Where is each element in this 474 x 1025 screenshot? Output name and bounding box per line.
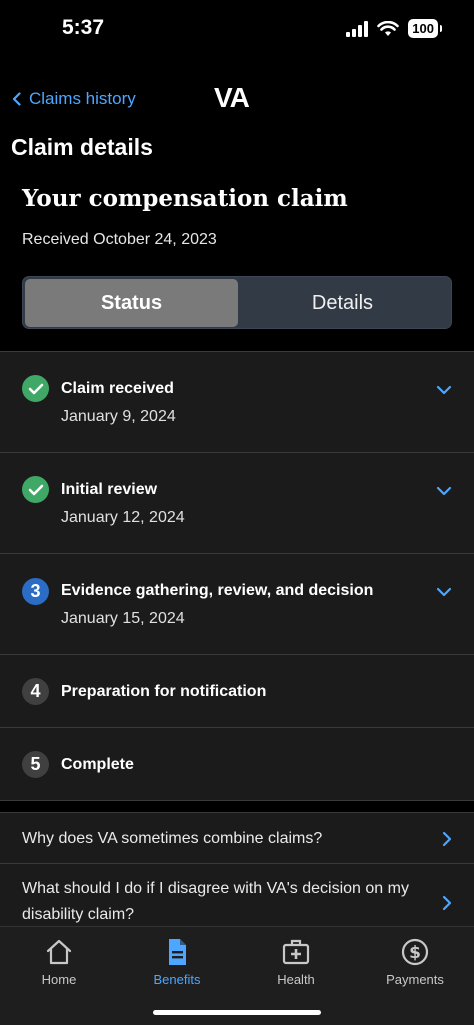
status-icons: 100 — [346, 19, 442, 38]
status-bar: 5:37 100 — [0, 0, 474, 56]
chevron-right-icon — [442, 895, 452, 911]
chevron-left-icon — [12, 92, 21, 106]
step-number-badge: 4 — [22, 678, 49, 705]
faq-question: What should I do if I disagree with VA's… — [22, 880, 409, 923]
step-number-badge: 5 — [22, 751, 49, 778]
tab-details[interactable]: Details — [236, 279, 449, 327]
claim-steps-list: Claim received January 9, 2024 Initial r… — [0, 351, 474, 801]
chevron-down-icon[interactable] — [436, 486, 452, 496]
faq-question: Why does VA sometimes combine claims? — [22, 830, 323, 847]
step-initial-review[interactable]: Initial review January 12, 2024 — [0, 452, 474, 553]
tab-payments-label: Payments — [386, 972, 444, 987]
claim-title: Your compensation claim — [22, 185, 348, 212]
cellular-signal-icon — [346, 20, 369, 37]
tab-home-label: Home — [41, 972, 77, 987]
segmented-control: Status Details — [22, 276, 452, 329]
step-title: Claim received — [61, 380, 174, 397]
faq-link-disagree-decision[interactable]: What should I do if I disagree with VA's… — [0, 864, 474, 928]
step-number-badge: 3 — [22, 578, 49, 605]
step-date: January 15, 2024 — [61, 610, 185, 627]
received-date: Received October 24, 2023 — [22, 231, 217, 248]
step-evidence-gathering[interactable]: 3 Evidence gathering, review, and decisi… — [0, 553, 474, 654]
wifi-icon — [377, 20, 400, 36]
check-circle-icon — [22, 476, 49, 503]
battery-icon: 100 — [408, 19, 442, 38]
tab-health[interactable]: Health — [237, 937, 355, 987]
svg-text:$: $ — [409, 943, 421, 963]
step-date: January 9, 2024 — [61, 408, 176, 425]
back-button[interactable]: Claims history — [12, 89, 136, 109]
step-claim-received[interactable]: Claim received January 9, 2024 — [0, 351, 474, 452]
medical-kit-icon — [282, 939, 310, 965]
step-title: Evidence gathering, review, and decision — [61, 582, 374, 599]
dollar-circle-icon: $ — [401, 938, 429, 966]
chevron-down-icon[interactable] — [436, 385, 452, 395]
chevron-down-icon[interactable] — [436, 587, 452, 597]
status-time: 5:37 — [62, 16, 105, 39]
document-icon — [169, 939, 186, 965]
home-icon — [46, 939, 72, 965]
page-title: Claim details — [11, 134, 153, 160]
step-title: Initial review — [61, 481, 158, 498]
tab-benefits-label: Benefits — [153, 972, 201, 987]
step-title: Preparation for notification — [61, 683, 267, 700]
step-date: January 12, 2024 — [61, 509, 185, 526]
tab-status[interactable]: Status — [25, 279, 238, 327]
faq-link-combine-claims[interactable]: Why does VA sometimes combine claims? — [0, 813, 474, 864]
step-preparation-for-notification: 4 Preparation for notification — [0, 654, 474, 727]
tab-payments[interactable]: $ Payments — [356, 937, 474, 987]
nav-bar: Claims history VA — [0, 80, 474, 120]
faq-list: Why does VA sometimes combine claims? Wh… — [0, 812, 474, 928]
tab-benefits[interactable]: Benefits — [118, 937, 236, 987]
step-title: Complete — [61, 756, 134, 773]
va-logo: VA — [214, 82, 250, 113]
check-circle-icon — [22, 375, 49, 402]
home-indicator — [153, 1010, 321, 1015]
tab-health-label: Health — [277, 972, 315, 987]
chevron-right-icon — [442, 831, 452, 847]
tab-home[interactable]: Home — [0, 937, 118, 987]
step-complete: 5 Complete — [0, 727, 474, 801]
back-button-label: Claims history — [29, 89, 136, 108]
